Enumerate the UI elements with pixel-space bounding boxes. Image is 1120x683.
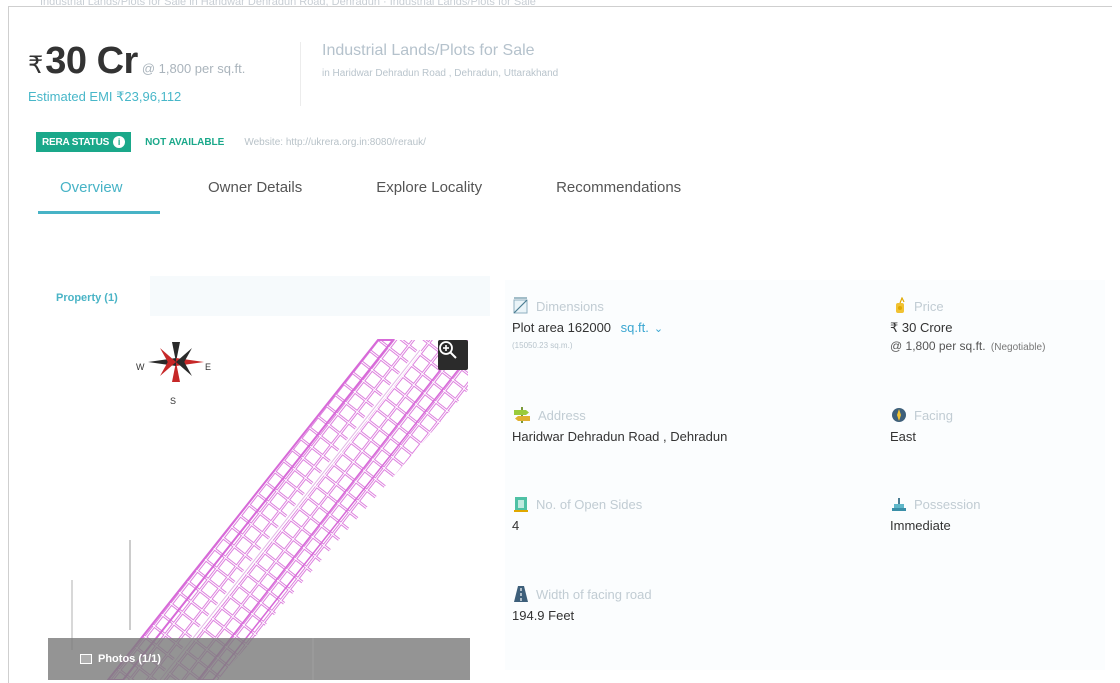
title-block: Industrial Lands/Plots for Sale in Harid… — [322, 42, 558, 79]
photos-bar: Photos (1/1) — [48, 638, 470, 680]
plot-layout-drawing — [71, 339, 468, 680]
detail-open-sides: No. of Open Sides 4 — [512, 494, 643, 534]
address-icon — [514, 407, 530, 423]
possession-icon — [892, 498, 906, 511]
address-value: Haridwar Dehradun Road , Dehradun — [512, 429, 728, 444]
rupee-symbol: ₹ — [28, 52, 44, 79]
price-per-sqft: @ 1,800 per sq.ft. — [141, 61, 246, 76]
dimensions-value: Plot area 162000 — [512, 320, 612, 335]
detail-address: Address Haridwar Dehradun Road , Dehradu… — [512, 405, 727, 444]
price-detail-per-sqft: @ 1,800 per sq.ft. (Negotiable) — [890, 339, 1046, 353]
price-detail-value: ₹ 30 Crore — [890, 320, 953, 335]
dimensions-label: Dimensions — [536, 298, 604, 314]
zoom-in-icon[interactable] — [438, 340, 468, 370]
open-sides-label: No. of Open Sides — [536, 496, 643, 512]
detail-possession: Possession Immediate — [890, 494, 981, 534]
negotiable-tag: (Negotiable) — [990, 342, 1046, 353]
rera-row: RERA STATUS i NOT AVAILABLE Website: htt… — [36, 132, 426, 152]
detail-facing: Facing East — [890, 405, 954, 445]
price-icon — [896, 297, 905, 313]
road-width-value: 194.9 Feet — [512, 608, 575, 623]
compass-e: E — [205, 362, 211, 372]
faint-thumbnail-strip — [150, 276, 490, 316]
tab-owner-details[interactable]: Owner Details — [208, 176, 302, 214]
possession-label: Possession — [914, 496, 981, 512]
property-gallery-tab[interactable]: Property (1) — [56, 292, 118, 304]
rera-badge-label: RERA STATUS — [42, 136, 110, 148]
photos-label: Photos (1/1) — [98, 653, 161, 665]
road-icon — [514, 586, 528, 602]
open-sides-icon — [514, 497, 528, 512]
photo-icon — [80, 654, 92, 664]
detail-price: Price ₹ 30 Crore @ 1,800 per sq.ft. (Neg… — [890, 296, 1045, 353]
compass-w: W — [136, 362, 145, 372]
rera-website-link[interactable]: Website: http://ukrera.org.in:8080/rerau… — [244, 137, 426, 148]
price-block: ₹ 30 Cr @ 1,800 per sq.ft. Estimated EMI… — [28, 40, 245, 105]
unit-selector[interactable]: sq.ft. ⌄ — [621, 320, 663, 335]
property-map-image[interactable]: W E S Photos (1/1) — [48, 330, 470, 680]
breadcrumb-text: Industrial Lands/Plots for Sale in Harid… — [40, 0, 536, 8]
road-width-label: Width of facing road — [536, 586, 652, 602]
rera-status: NOT AVAILABLE — [145, 136, 225, 148]
detail-dimensions: Dimensions Plot area 162000 sq.ft. ⌄ (15… — [512, 296, 663, 350]
address-label: Address — [538, 407, 586, 423]
possession-value: Immediate — [890, 518, 951, 533]
dimensions-sqm: (15050.23 sq.m.) — [512, 341, 573, 350]
price-label: Price — [914, 298, 944, 314]
tab-explore-locality[interactable]: Explore Locality — [376, 176, 482, 214]
compass-s: S — [170, 396, 176, 406]
dimensions-icon — [513, 297, 528, 314]
open-sides-value: 4 — [512, 518, 520, 533]
tab-recommendations[interactable]: Recommendations — [556, 176, 681, 214]
property-location: in Haridwar Dehradun Road , Dehradun, Ut… — [322, 68, 559, 79]
tab-overview[interactable]: Overview — [38, 176, 160, 214]
photos-button[interactable]: Photos (1/1) — [48, 638, 314, 680]
rera-badge[interactable]: RERA STATUS i — [36, 132, 132, 152]
tab-bar: Overview Owner Details Explore Locality … — [38, 176, 681, 214]
header-divider — [300, 42, 301, 106]
property-title: Industrial Lands/Plots for Sale — [322, 42, 535, 59]
facing-label: Facing — [914, 407, 954, 423]
estimated-emi-link[interactable]: Estimated EMI ₹23,96,112 — [28, 89, 245, 105]
price-value: 30 Cr — [45, 40, 138, 82]
facing-icon — [892, 408, 906, 422]
info-icon[interactable]: i — [113, 136, 126, 148]
facing-value: East — [890, 429, 917, 444]
chevron-down-icon: ⌄ — [650, 323, 664, 335]
detail-road-width: Width of facing road 194.9 Feet — [512, 584, 652, 623]
